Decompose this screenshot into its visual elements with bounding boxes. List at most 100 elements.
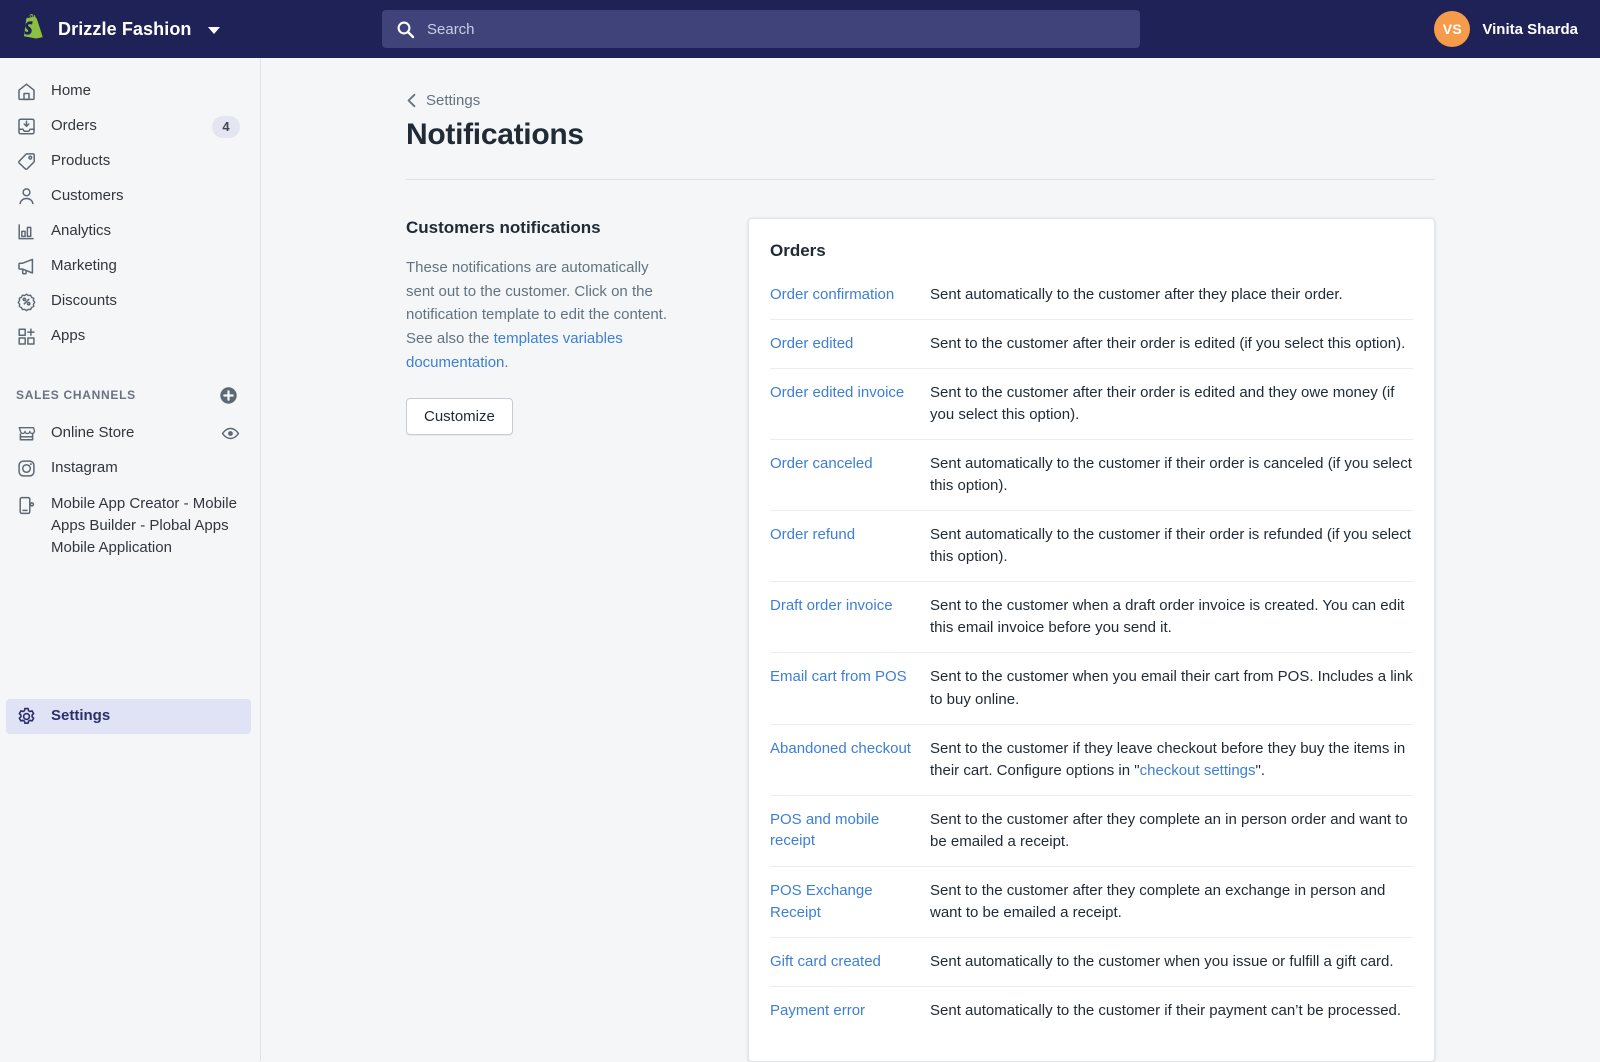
row-description: Sent to the customer after their order i…	[930, 384, 1395, 424]
sidebar-item-label: Discounts	[51, 292, 117, 310]
breadcrumb[interactable]: Settings	[406, 92, 480, 109]
section-description: These notifications are automatically se…	[406, 256, 676, 374]
breadcrumb-label: Settings	[426, 92, 481, 109]
eye-icon[interactable]	[221, 424, 240, 443]
row-description: Sent to the customer after their order i…	[930, 335, 1406, 353]
table-row: Order refund Sent automatically to the c…	[770, 510, 1413, 581]
sidebar-item-orders[interactable]: Orders 4	[6, 109, 250, 144]
sidebar-item-products[interactable]: Products	[6, 144, 250, 179]
mobile-phone-icon	[16, 495, 37, 516]
store-switcher[interactable]: Drizzle Fashion	[0, 13, 382, 45]
page-title: Notifications	[406, 118, 584, 151]
row-label-text[interactable]: Order edited invoice	[770, 384, 904, 401]
notification-link-order-canceled[interactable]: Order canceled	[770, 453, 930, 497]
sidebar: Home Orders 4 Products Customers Analyti…	[0, 58, 261, 1061]
sidebar-item-home[interactable]: Home	[6, 74, 250, 109]
notification-link-pos-exchange-receipt[interactable]: POS Exchange Receipt	[770, 880, 930, 924]
notification-link-draft-order-invoice[interactable]: Draft order invoice	[770, 595, 930, 639]
instagram-icon	[16, 458, 37, 479]
table-row: Order confirmation Sent automatically to…	[770, 284, 1413, 319]
sidebar-item-settings[interactable]: Settings	[6, 699, 251, 734]
sidebar-item-analytics[interactable]: Analytics	[6, 214, 250, 249]
row-description: Sent to the customer after they complete…	[930, 810, 1408, 850]
table-row: Payment error Sent automatically to the …	[770, 985, 1413, 1035]
shopify-bag-icon	[18, 13, 46, 45]
row-label-text[interactable]: Order refund	[770, 526, 855, 543]
table-row: Abandoned checkout Sent to the customer …	[770, 723, 1413, 795]
main-content: Settings Notifications Customers notific…	[261, 58, 1600, 1062]
sidebar-item-label: Settings	[51, 707, 111, 725]
sidebar-item-apps[interactable]: Apps	[6, 319, 250, 354]
row-label-text[interactable]: Gift card created	[770, 953, 881, 970]
table-row: Gift card created Sent automatically to …	[770, 936, 1413, 986]
notification-link-pos-and-mobile-receipt[interactable]: POS and mobile receipt	[770, 809, 930, 853]
sidebar-item-label: Apps	[51, 327, 86, 345]
storefront-icon	[16, 423, 37, 444]
orders-notifications-card: Orders Order confirmation Sent automatic…	[748, 218, 1435, 1062]
sidebar-item-online-store[interactable]: Online Store	[6, 416, 250, 451]
discount-percent-icon	[16, 291, 37, 312]
notification-link-payment-error[interactable]: Payment error	[770, 1000, 930, 1022]
section-heading: Customers notifications	[406, 218, 601, 237]
sidebar-item-label: Analytics	[51, 222, 112, 240]
search-bar[interactable]	[382, 10, 1140, 48]
sidebar-item-mobile-app-creator[interactable]: Mobile App Creator - Mobile Apps Builder…	[6, 486, 250, 565]
sidebar-item-discounts[interactable]: Discounts	[6, 284, 250, 319]
row-label-text[interactable]: Order canceled	[770, 455, 873, 472]
plus-circle-icon[interactable]	[219, 386, 238, 405]
row-description: Sent to the customer when a draft order …	[930, 597, 1405, 637]
row-description: Sent automatically to the customer after…	[930, 286, 1343, 303]
row-description: Sent automatically to the customer if th…	[930, 526, 1412, 566]
row-label-text[interactable]: Order confirmation	[770, 286, 894, 303]
sidebar-item-label: Orders	[51, 117, 97, 135]
checkout-settings-link[interactable]: checkout settings	[1140, 762, 1256, 779]
gear-icon	[16, 706, 37, 727]
row-label-text[interactable]: POS and mobile receipt	[770, 811, 879, 850]
row-description: Sent automatically to the customer if th…	[930, 1001, 1402, 1019]
search-icon	[396, 20, 415, 39]
table-row: POS and mobile receipt Sent to the custo…	[770, 794, 1413, 866]
store-name: Drizzle Fashion	[58, 18, 192, 39]
sidebar-item-customers[interactable]: Customers	[6, 179, 250, 214]
top-bar: Drizzle Fashion VS Vinita Sharda	[0, 0, 1600, 58]
card-title: Orders	[770, 241, 826, 260]
table-row: Order edited invoice Sent to the custome…	[770, 368, 1413, 439]
notification-link-order-edited[interactable]: Order edited	[770, 333, 930, 355]
apps-grid-plus-icon	[16, 326, 37, 347]
chevron-down-icon[interactable]	[207, 26, 220, 34]
home-icon	[16, 81, 37, 102]
sidebar-item-marketing[interactable]: Marketing	[6, 249, 250, 284]
notification-link-order-confirmation[interactable]: Order confirmation	[770, 284, 930, 306]
description-text-part-2: .	[504, 353, 509, 371]
notification-link-gift-card-created[interactable]: Gift card created	[770, 951, 930, 973]
avatar: VS	[1434, 11, 1471, 47]
row-label-text[interactable]: Order edited	[770, 335, 853, 352]
sidebar-item-label: Marketing	[51, 257, 117, 275]
sidebar-item-label: Instagram	[51, 459, 118, 477]
notification-link-order-edited-invoice[interactable]: Order edited invoice	[770, 382, 930, 426]
sales-channels-header: SALES CHANNELS	[16, 380, 250, 410]
sidebar-item-label: Home	[51, 82, 92, 100]
row-description: Sent to the customer after they complete…	[930, 881, 1386, 921]
megaphone-icon	[16, 256, 37, 277]
row-label-text[interactable]: Payment error	[770, 1002, 865, 1019]
row-label-text[interactable]: Draft order invoice	[770, 597, 893, 614]
search-input[interactable]	[427, 10, 1126, 48]
notification-link-abandoned-checkout[interactable]: Abandoned checkout	[770, 738, 930, 782]
notification-link-order-refund[interactable]: Order refund	[770, 524, 930, 568]
row-label-text[interactable]: Abandoned checkout	[770, 740, 911, 757]
row-label-text[interactable]: Email cart from POS	[770, 668, 907, 685]
sidebar-item-instagram[interactable]: Instagram	[6, 451, 250, 486]
bar-chart-icon	[16, 221, 37, 242]
user-name: Vinita Sharda	[1482, 20, 1578, 38]
row-description: Sent to the customer if they leave check…	[930, 738, 1413, 782]
person-icon	[16, 186, 37, 207]
customize-button[interactable]: Customize	[406, 398, 513, 436]
table-row: Email cart from POS Sent to the customer…	[770, 652, 1413, 723]
notification-link-email-cart-from-pos[interactable]: Email cart from POS	[770, 666, 930, 710]
sidebar-item-label: Online Store	[51, 424, 135, 442]
product-tag-icon	[16, 151, 37, 172]
user-menu[interactable]: VS Vinita Sharda	[1434, 11, 1600, 47]
row-label-text[interactable]: POS Exchange Receipt	[770, 882, 873, 921]
table-row: POS Exchange Receipt Sent to the custome…	[770, 865, 1413, 937]
